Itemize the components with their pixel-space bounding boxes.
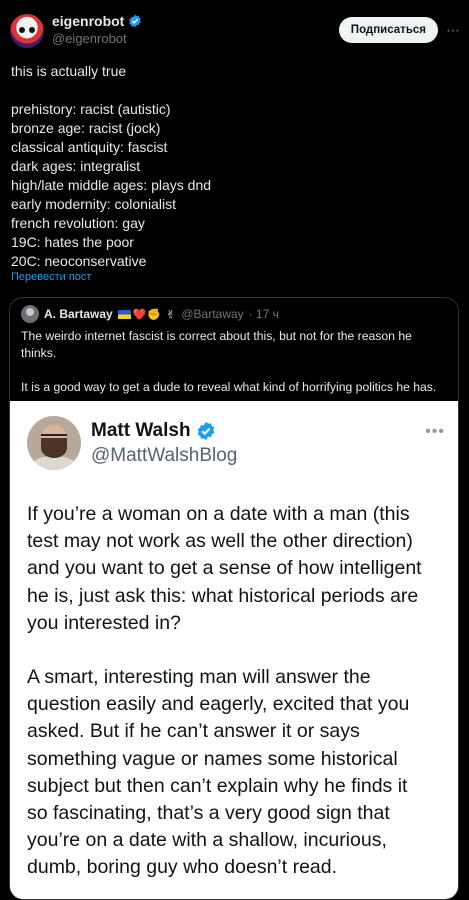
translate-post-link[interactable]: Перевести пост bbox=[11, 271, 91, 283]
embedded-line: you’re on a date with a shallow, incurio… bbox=[27, 829, 387, 852]
subscribe-button[interactable]: Подписаться bbox=[338, 17, 438, 43]
embedded-line: so fascinating, that’s a very good sign … bbox=[27, 802, 390, 825]
embedded-line: subject but then can’t explain why he fi… bbox=[27, 774, 408, 797]
quoted-author-avatar[interactable] bbox=[21, 305, 39, 323]
tweet-text: this is actually true prehistory: racist… bbox=[11, 62, 461, 271]
quoted-author-name[interactable]: A. Bartaway bbox=[44, 307, 113, 321]
avatar-eye bbox=[29, 27, 35, 33]
quoted-paragraph: The weirdo internet fascist is correct a… bbox=[21, 329, 412, 360]
avatar-glasses bbox=[41, 434, 67, 442]
tweet-line: classical antiquity: fascist bbox=[11, 139, 168, 155]
tweet-line bbox=[11, 81, 461, 100]
embedded-line: If you’re a woman on a date with a man (… bbox=[27, 503, 410, 525]
verified-badge-icon bbox=[129, 14, 142, 28]
embedded-author-handle: @MattWalshBlog bbox=[91, 445, 238, 466]
tweet-line: french revolution: gay bbox=[11, 215, 145, 231]
quoted-post-time[interactable]: · 17 ч bbox=[249, 307, 279, 321]
embedded-line: and you want to get a sense of how intel… bbox=[27, 557, 422, 580]
quoted-author-handle[interactable]: @Bartaway bbox=[181, 307, 243, 321]
ukraine-flag-icon bbox=[117, 310, 131, 320]
avatar-eye bbox=[19, 27, 25, 33]
embedded-line: something vague or names some historical bbox=[27, 747, 398, 770]
verified-badge-icon bbox=[197, 421, 214, 441]
embedded-author-avatar bbox=[27, 416, 81, 470]
author-avatar[interactable] bbox=[10, 14, 44, 48]
embedded-line: test may not work as well the other dire… bbox=[27, 530, 413, 553]
tweet-line: this is actually true bbox=[11, 63, 127, 79]
quoted-post-text: The weirdo internet fascist is correct a… bbox=[21, 328, 446, 396]
tweet-line: high/late middle ages: plays dnd bbox=[11, 177, 212, 193]
embedded-name-row: Matt Walsh bbox=[91, 420, 216, 442]
tweet-line: dark ages: integralist bbox=[11, 158, 141, 174]
embedded-author-name: Matt Walsh bbox=[91, 420, 191, 441]
embedded-line: A smart, interesting man will answer the bbox=[27, 666, 371, 689]
tweet-line: 20C: neoconservative bbox=[11, 253, 147, 269]
embedded-more-icon: ••• bbox=[425, 423, 445, 440]
tweet-line: prehistory: racist (autistic) bbox=[11, 101, 171, 117]
author-handle[interactable]: @eigenrobot bbox=[52, 31, 127, 46]
quoted-author-emoji: ❤️✊ ✌ bbox=[117, 308, 177, 321]
quoted-post-header: A. Bartaway ❤️✊ ✌ @Bartaway · 17 ч bbox=[21, 305, 279, 323]
avatar-shirt bbox=[31, 456, 77, 470]
author-name[interactable]: eigenrobot bbox=[52, 13, 124, 29]
tweet-line: early modernity: colonialist bbox=[11, 196, 176, 212]
embedded-line: he is, just ask this: what historical pe… bbox=[27, 584, 419, 607]
embedded-screenshot[interactable]: Matt Walsh @MattWalshBlog ••• If you’re … bbox=[10, 401, 458, 899]
emoji-text: ❤️✊ ✌ bbox=[132, 308, 177, 321]
embedded-line: question easily and eagerly, excited tha… bbox=[27, 693, 410, 716]
embedded-line bbox=[27, 637, 449, 664]
quoted-post[interactable]: A. Bartaway ❤️✊ ✌ @Bartaway · 17 ч The w… bbox=[9, 297, 459, 900]
tweet-line: 19C: hates the poor bbox=[11, 234, 134, 250]
embedded-post-text: If you’re a woman on a date with a man (… bbox=[27, 501, 449, 882]
post-header: eigenrobot @eigenrobot Подписаться ⋯ bbox=[0, 0, 469, 58]
embedded-line: dumb, boring guy who doesn’t read. bbox=[27, 856, 338, 879]
tweet-line: bronze age: racist (jock) bbox=[11, 120, 161, 136]
quoted-paragraph: It is a good way to get a dude to reveal… bbox=[21, 380, 437, 394]
embedded-line: you interested in? bbox=[27, 611, 181, 634]
more-options-icon[interactable]: ⋯ bbox=[445, 22, 461, 38]
embedded-line: asked. But if he can’t answer it or says bbox=[27, 720, 360, 743]
author-name-row[interactable]: eigenrobot bbox=[52, 13, 142, 29]
